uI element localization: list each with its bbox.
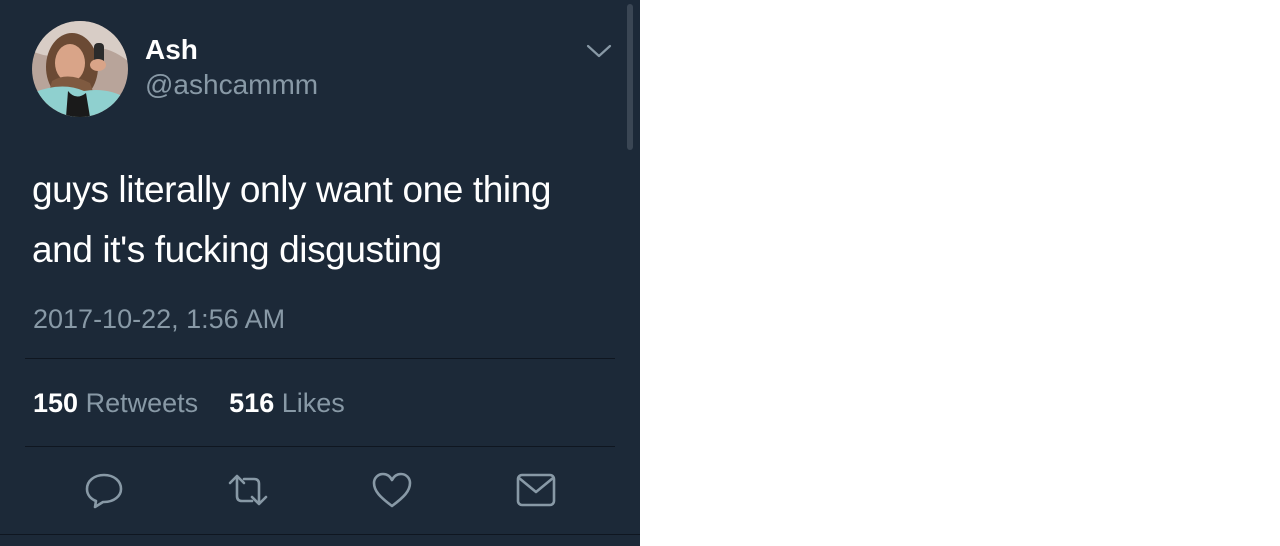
retweets-count[interactable]: 150 <box>33 388 78 418</box>
envelope-icon[interactable] <box>514 470 558 510</box>
retweet-icon[interactable] <box>226 470 270 510</box>
timestamp[interactable]: 2017-10-22, 1:56 AM <box>33 301 285 337</box>
likes-label[interactable]: Likes <box>282 388 345 418</box>
likes-count[interactable]: 516 <box>229 388 274 418</box>
tweet-text-line: and it's fucking disgusting <box>32 229 442 270</box>
display-name[interactable]: Ash <box>145 32 198 68</box>
tweet-card: Ash @ashcammm guys literally only want o… <box>0 0 640 546</box>
avatar[interactable] <box>32 21 128 117</box>
reply-icon[interactable] <box>82 470 126 510</box>
user-handle[interactable]: @ashcammm <box>145 68 318 102</box>
chevron-down-icon[interactable] <box>585 40 613 62</box>
divider <box>0 534 640 535</box>
engagement-stats: 150 Retweets 516 Likes <box>33 385 345 421</box>
divider <box>25 446 615 447</box>
divider <box>25 358 615 359</box>
blank-area <box>640 0 1280 546</box>
heart-icon[interactable] <box>370 470 414 510</box>
tweet-text: guys literally only want one thing and i… <box>32 160 612 280</box>
scrollbar[interactable] <box>627 4 633 150</box>
retweets-label[interactable]: Retweets <box>86 388 199 418</box>
tweet-text-line: guys literally only want one thing <box>32 169 552 210</box>
